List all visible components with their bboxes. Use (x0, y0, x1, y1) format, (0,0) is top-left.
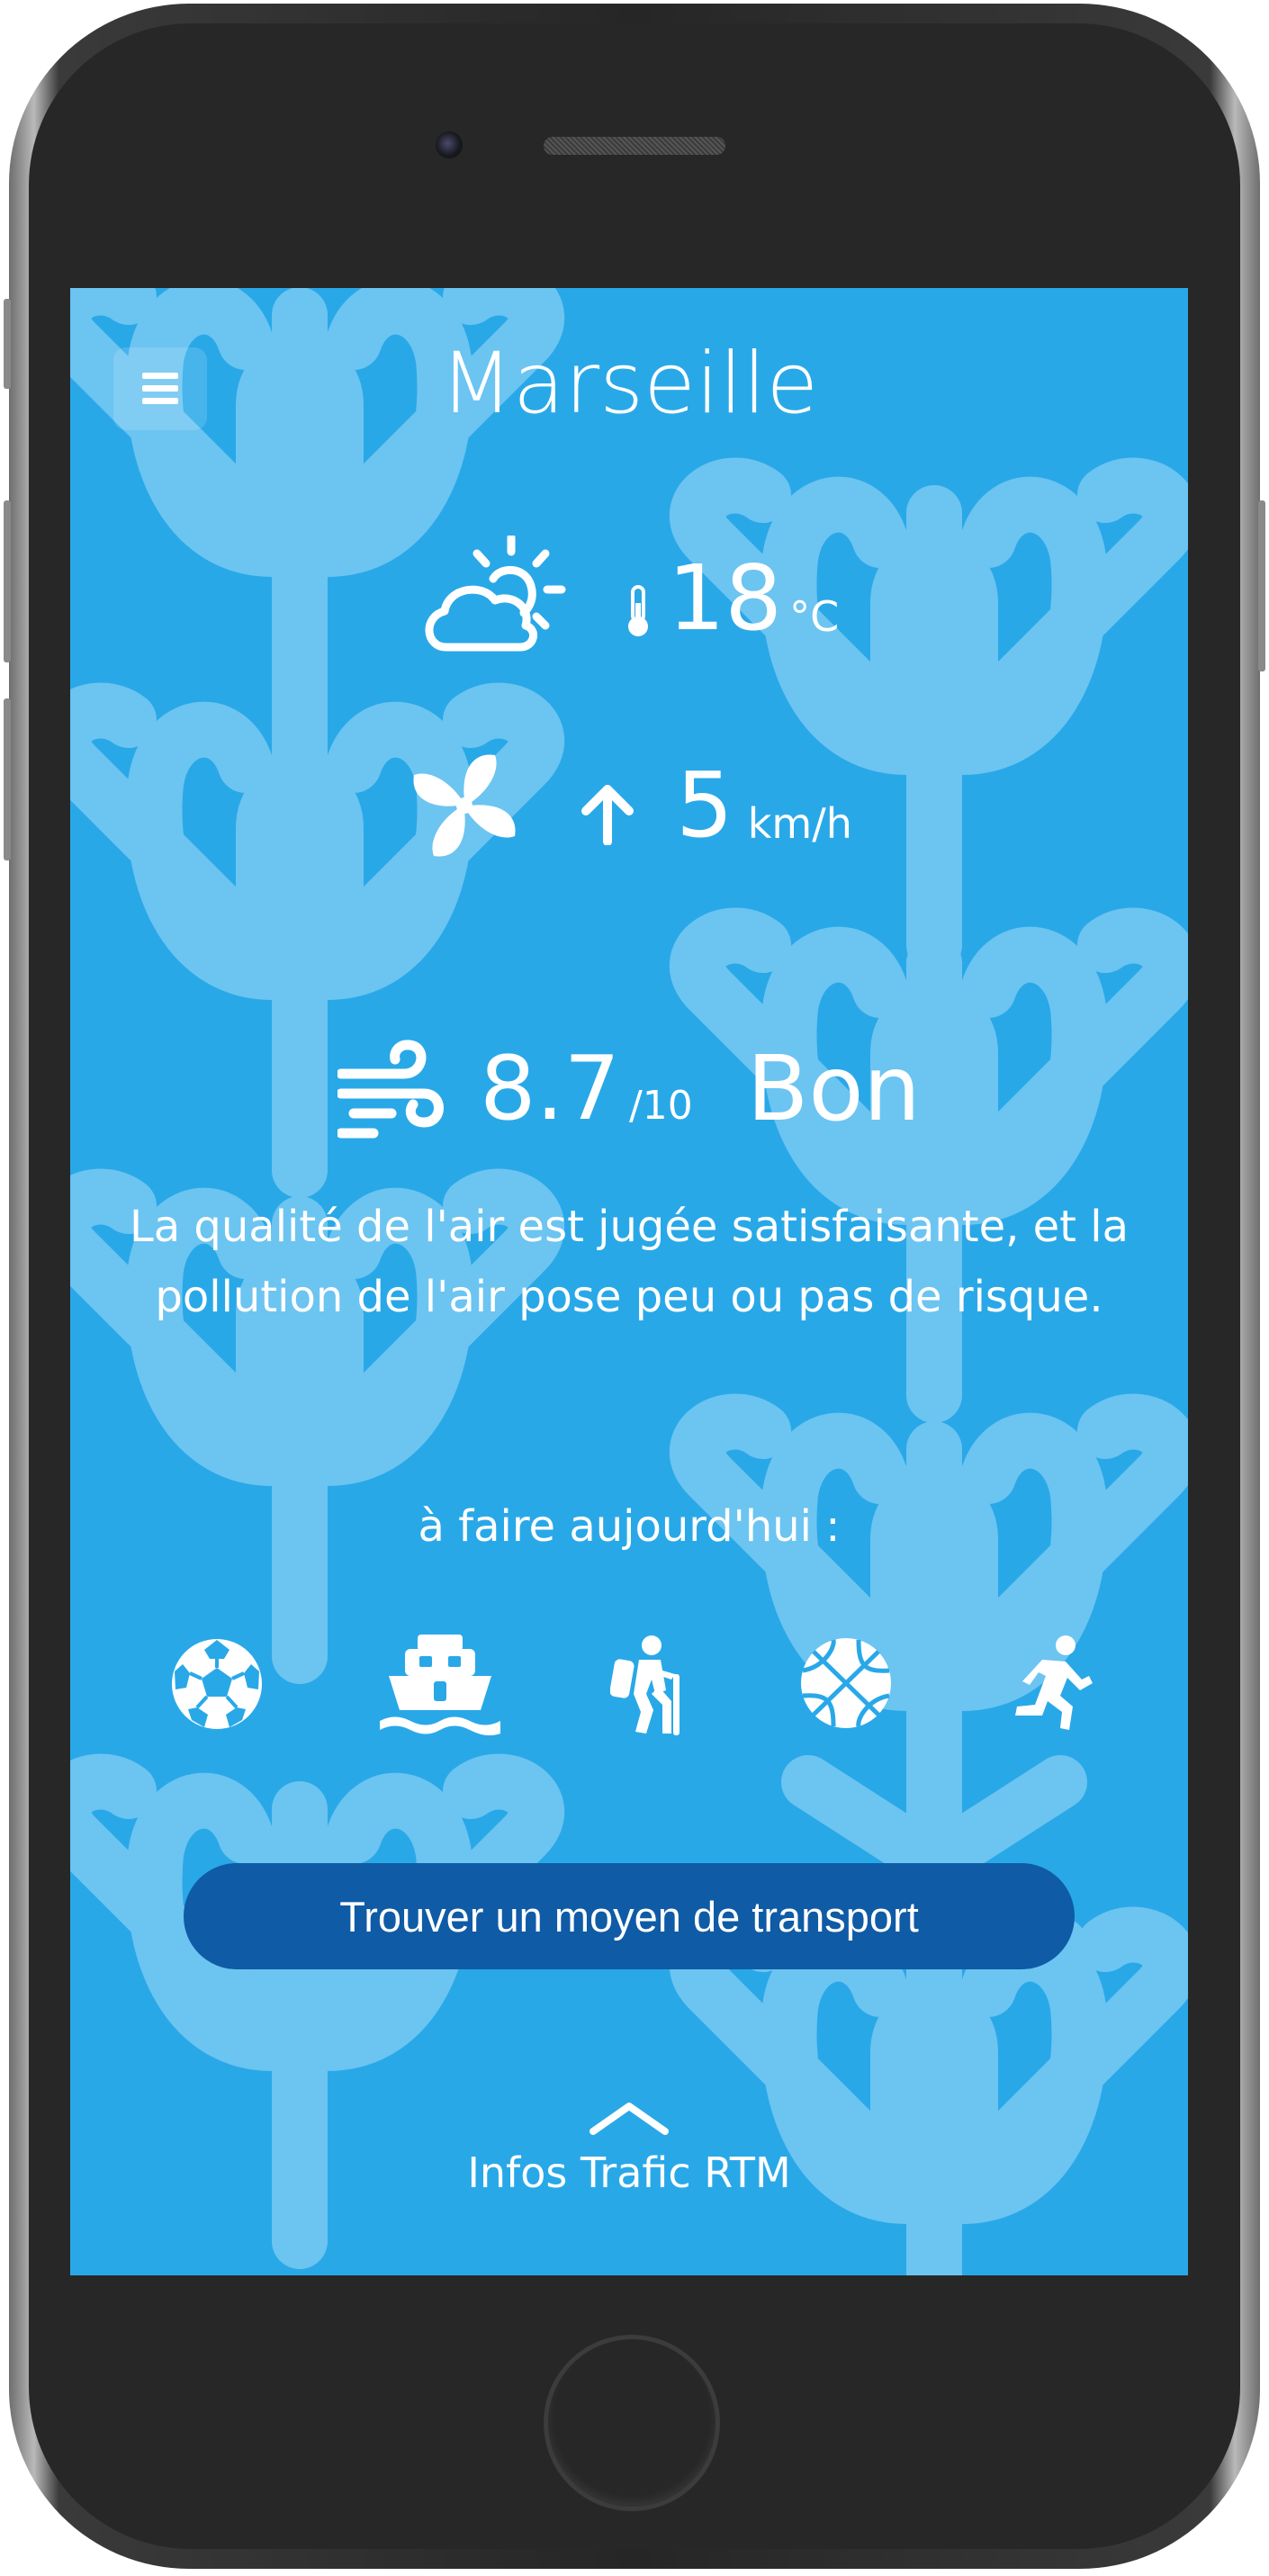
app-screen: Marseille 18 °C 5 km/h 8.7 /10 Bon La qu… (70, 288, 1188, 2275)
partly-cloudy-sun-icon (425, 536, 566, 652)
air-quality-row: 8.7 /10 Bon (70, 1026, 1188, 1152)
activities-label: à faire aujourd'hui : (418, 1501, 841, 1552)
air-quality-scale: /10 (628, 1082, 693, 1129)
hiking-icon[interactable] (610, 1635, 688, 1735)
air-quality-score: 8.7 (480, 1038, 620, 1140)
phone-volume-up (4, 500, 11, 662)
traffic-info-link[interactable]: Infos Trafic RTM (70, 2099, 1188, 2200)
thermometer-icon (627, 585, 648, 636)
air-wind-icon (338, 1040, 444, 1139)
wind-fan-icon (413, 754, 516, 857)
wind-row: 5 km/h (70, 738, 1188, 873)
traffic-info-label: Infos Trafic RTM (467, 2148, 791, 2197)
phone-volume-down (4, 698, 11, 860)
wind-speed-value: 5 (676, 752, 734, 858)
front-camera (436, 131, 463, 158)
phone-silent-switch (4, 299, 11, 389)
city-title: Marseille (439, 335, 819, 433)
soccer-ball-icon[interactable] (167, 1635, 266, 1734)
running-icon[interactable] (1006, 1635, 1096, 1734)
air-quality-label: Bon (746, 1036, 921, 1141)
weather-row: 18 °C (70, 531, 1188, 666)
chevron-up-icon[interactable] (588, 2099, 670, 2137)
home-button[interactable] (544, 2335, 720, 2511)
phone-power-button (1258, 500, 1265, 671)
air-quality-description: La qualité de l'air est jugée satisfaisa… (130, 1202, 1129, 1322)
basketball-icon[interactable] (797, 1635, 895, 1732)
wind-speed-unit: km/h (747, 799, 852, 848)
temperature-value: 18 (667, 545, 783, 651)
find-transport-button[interactable]: Trouver un moyen de transport (184, 1863, 1075, 1969)
ferry-boat-icon[interactable] (380, 1635, 500, 1735)
temperature-unit: °C (789, 592, 840, 641)
arrow-up-icon (581, 785, 634, 845)
earpiece-speaker (544, 137, 725, 155)
